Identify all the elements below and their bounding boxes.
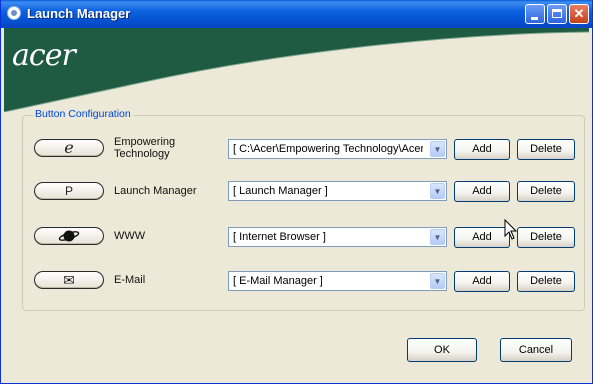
row-label-launch-manager: Launch Manager xyxy=(114,185,197,197)
email-button[interactable]: ✉ xyxy=(34,271,104,289)
envelope-icon: ✉ xyxy=(63,272,75,288)
app-icon xyxy=(7,6,21,20)
acer-logo: acer xyxy=(12,38,76,73)
add-button-empowering[interactable]: Add xyxy=(454,139,510,160)
select-value: [ Launch Manager ] xyxy=(233,185,328,197)
launch-manager-window: Launch Manager ✕ acer Button Configurati… xyxy=(0,0,593,384)
select-value: [ Internet Browser ] xyxy=(233,231,326,243)
row-label-line: Technology xyxy=(114,148,170,160)
row-label-line: Empowering xyxy=(114,136,176,148)
cancel-button[interactable]: Cancel xyxy=(500,338,572,362)
row-label-empowering-technology: Empowering Technology xyxy=(114,136,175,160)
www-button[interactable] xyxy=(34,227,104,245)
launch-manager-button[interactable]: P xyxy=(34,182,104,200)
empowering-technology-select[interactable]: [ C:\Acer\Empowering Technology\Acer ▼ xyxy=(228,139,447,159)
chevron-down-icon[interactable]: ▼ xyxy=(430,273,445,289)
window-title: Launch Manager xyxy=(27,6,131,21)
chevron-down-icon[interactable]: ▼ xyxy=(430,183,445,199)
empowering-technology-button[interactable]: e xyxy=(34,139,104,157)
client-area: acer Button Configuration e Empowering T… xyxy=(4,28,589,380)
select-value: [ E-Mail Manager ] xyxy=(233,275,323,287)
banner-shape xyxy=(4,28,589,112)
minimize-icon xyxy=(531,17,538,20)
close-icon: ✕ xyxy=(573,6,585,21)
add-button-email[interactable]: Add xyxy=(454,271,510,292)
close-button[interactable]: ✕ xyxy=(569,4,589,24)
maximize-icon xyxy=(552,9,562,18)
www-select[interactable]: [ Internet Browser ] ▼ xyxy=(228,227,447,247)
ok-button[interactable]: OK xyxy=(407,338,477,362)
row-label-email: E-Mail xyxy=(114,274,146,286)
chevron-down-icon[interactable]: ▼ xyxy=(430,229,445,245)
delete-button-www[interactable]: Delete xyxy=(517,227,575,248)
email-select[interactable]: [ E-Mail Manager ] ▼ xyxy=(228,271,447,291)
select-value: [ C:\Acer\Empowering Technology\Acer xyxy=(233,143,423,155)
delete-button-launch-manager[interactable]: Delete xyxy=(517,181,575,202)
row-label-www: WWW xyxy=(114,230,146,242)
acer-banner xyxy=(4,28,589,112)
mouse-pointer-icon xyxy=(504,219,518,240)
chevron-down-icon[interactable]: ▼ xyxy=(430,141,445,157)
delete-button-empowering[interactable]: Delete xyxy=(517,139,575,160)
maximize-button[interactable] xyxy=(547,4,567,24)
delete-button-email[interactable]: Delete xyxy=(517,271,575,292)
p-key-icon: P xyxy=(64,184,73,198)
title-bar[interactable]: Launch Manager ✕ xyxy=(1,0,592,28)
add-button-www[interactable]: Add xyxy=(454,227,510,248)
empowering-technology-icon: e xyxy=(64,138,74,157)
minimize-button[interactable] xyxy=(525,4,545,24)
launch-manager-select[interactable]: [ Launch Manager ] ▼ xyxy=(228,181,447,201)
group-label: Button Configuration xyxy=(33,108,133,120)
globe-icon xyxy=(58,230,80,242)
add-button-launch-manager[interactable]: Add xyxy=(454,181,510,202)
